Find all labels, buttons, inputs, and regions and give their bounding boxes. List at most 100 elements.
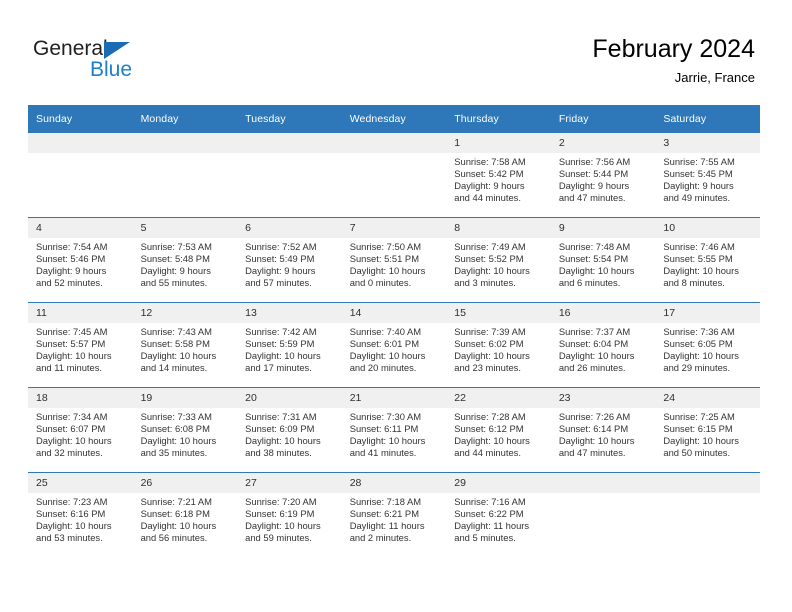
calendar-day-cell[interactable]: 8 Sunrise: 7:49 AM Sunset: 5:52 PM Daylight… xyxy=(446,217,551,303)
calendar-day-cell[interactable]: 6 Sunrise: 7:52 AM Sunset: 5:49 PM Daylight… xyxy=(237,217,342,303)
day-sun-details: Sunrise: 7:53 AM Sunset: 5:48 PM Daylight:… xyxy=(133,238,238,289)
calendar-day-cell[interactable]: 3 Sunrise: 7:55 AM Sunset: 5:45 PM Daylight… xyxy=(655,133,760,218)
calendar-day-cell[interactable]: 11 Sunrise: 7:45 AM Sunset: 5:57 PM Dayligh… xyxy=(28,302,133,388)
calendar-day-cell[interactable]: 15 Sunrise: 7:39 AM Sunset: 6:02 PM Dayligh… xyxy=(446,302,551,388)
day-sun-details: Sunrise: 7:43 AM Sunset: 5:58 PM Daylight:… xyxy=(133,323,238,374)
day-detail-line: Sunrise: 7:53 AM xyxy=(140,241,212,252)
day-number: 24 xyxy=(655,388,760,408)
day-detail-line: Daylight: 11 hours xyxy=(454,519,530,531)
calendar-day-cell[interactable]: 12 Sunrise: 7:43 AM Sunset: 5:58 PM Dayligh… xyxy=(132,302,238,388)
weekday-header-wednesday: Wednesday xyxy=(341,105,447,133)
day-detail-line: Daylight: 10 hours xyxy=(140,349,217,361)
day-detail-line: Daylight: 10 hours xyxy=(36,349,112,361)
calendar-day-cell[interactable]: 28 Sunrise: 7:18 AM Sunset: 6:21 PM Dayligh… xyxy=(341,472,447,557)
day-detail-line: Daylight: 10 hours xyxy=(558,349,635,361)
day-sun-details: Sunrise: 7:30 AM Sunset: 6:11 PM Daylight:… xyxy=(342,408,447,459)
calendar-day-cell[interactable]: 24 Sunrise: 7:25 AM Sunset: 6:15 PM Dayligh… xyxy=(655,387,760,473)
day-number: 11 xyxy=(28,303,133,323)
day-detail-line: and 49 minutes. xyxy=(663,191,731,203)
calendar-day-cell[interactable]: 29 Sunrise: 7:16 AM Sunset: 6:22 PM Dayligh… xyxy=(446,472,551,557)
day-detail-line: Sunrise: 7:36 AM xyxy=(663,326,735,337)
title-block: February 2024 Jarrie, France xyxy=(592,34,755,87)
day-detail-line: Sunset: 5:42 PM xyxy=(454,167,524,179)
day-detail-line: Sunrise: 7:42 AM xyxy=(245,326,317,337)
logo-triangle-icon xyxy=(104,42,130,59)
day-sun-details: Sunrise: 7:54 AM Sunset: 5:46 PM Daylight:… xyxy=(28,238,133,289)
day-sun-details: Sunrise: 7:42 AM Sunset: 5:59 PM Daylight:… xyxy=(237,323,342,374)
day-detail-line: Sunset: 5:55 PM xyxy=(663,252,733,264)
day-sun-details: Sunrise: 7:49 AM Sunset: 5:52 PM Daylight:… xyxy=(446,238,551,289)
day-detail-line: Sunset: 6:04 PM xyxy=(558,337,629,349)
day-detail-line: Sunset: 5:52 PM xyxy=(454,252,524,264)
day-detail-line: Sunset: 6:02 PM xyxy=(454,337,524,349)
calendar-day-cell[interactable]: 5 Sunrise: 7:53 AM Sunset: 5:48 PM Daylight… xyxy=(132,217,238,303)
day-detail-line: and 53 minutes. xyxy=(36,531,103,543)
calendar-day-cell[interactable]: 7 Sunrise: 7:50 AM Sunset: 5:51 PM Daylight… xyxy=(341,217,447,303)
day-detail-line: and 23 minutes. xyxy=(454,361,521,373)
day-number: 1 xyxy=(446,133,551,153)
calendar-day-cell[interactable]: 9 Sunrise: 7:48 AM Sunset: 5:54 PM Daylight… xyxy=(550,217,656,303)
calendar-day-cell[interactable]: 16 Sunrise: 7:37 AM Sunset: 6:04 PM Dayligh… xyxy=(550,302,656,388)
day-detail-line: Sunrise: 7:43 AM xyxy=(140,326,212,337)
day-detail-line: Daylight: 10 hours xyxy=(245,349,321,361)
calendar-day-cell[interactable]: 21 Sunrise: 7:30 AM Sunset: 6:11 PM Dayligh… xyxy=(341,387,447,473)
day-detail-line: Sunrise: 7:21 AM xyxy=(140,496,212,507)
day-detail-line: and 2 minutes. xyxy=(349,531,412,543)
calendar-day-cell[interactable]: 4 Sunrise: 7:54 AM Sunset: 5:46 PM Daylight… xyxy=(28,217,133,303)
calendar-day-cell[interactable]: 20 Sunrise: 7:31 AM Sunset: 6:09 PM Dayligh… xyxy=(237,387,342,473)
day-detail-line: Daylight: 10 hours xyxy=(663,264,739,276)
day-detail-line: Sunrise: 7:34 AM xyxy=(36,411,108,422)
calendar-week-row: 11 Sunrise: 7:45 AM Sunset: 5:57 PM Dayligh… xyxy=(28,302,760,388)
day-detail-line: Sunrise: 7:45 AM xyxy=(36,326,108,337)
day-detail-line: Daylight: 9 hours xyxy=(36,264,107,276)
day-detail-line: Daylight: 10 hours xyxy=(454,349,530,361)
day-number: 22 xyxy=(446,388,551,408)
day-number: 14 xyxy=(341,303,447,323)
calendar-day-cell[interactable]: 14 Sunrise: 7:40 AM Sunset: 6:01 PM Dayligh… xyxy=(341,302,447,388)
day-sun-details: Sunrise: 7:58 AM Sunset: 5:42 PM Daylight:… xyxy=(446,153,551,204)
weekday-header-row: Sunday Monday Tuesday Wednesday Thursday… xyxy=(28,105,760,133)
day-detail-line: Sunrise: 7:39 AM xyxy=(454,326,526,337)
day-detail-line: Sunrise: 7:55 AM xyxy=(663,156,735,167)
day-number: 23 xyxy=(550,388,656,408)
day-sun-details: Sunrise: 7:56 AM Sunset: 5:44 PM Daylight:… xyxy=(551,153,656,204)
day-number: 28 xyxy=(341,473,447,493)
day-detail-line: and 44 minutes. xyxy=(454,446,521,458)
day-detail-line: and 6 minutes. xyxy=(558,276,621,288)
calendar-day-cell[interactable]: 26 Sunrise: 7:21 AM Sunset: 6:18 PM Dayligh… xyxy=(132,472,238,557)
calendar-day-cell[interactable]: 13 Sunrise: 7:42 AM Sunset: 5:59 PM Dayligh… xyxy=(237,302,342,388)
calendar-day-cell[interactable]: 1 Sunrise: 7:58 AM Sunset: 5:42 PM Daylight… xyxy=(446,133,551,218)
day-detail-line: Sunrise: 7:16 AM xyxy=(454,496,526,507)
day-detail-line: Daylight: 9 hours xyxy=(245,264,316,276)
day-number: 4 xyxy=(28,218,133,238)
calendar-day-cell[interactable]: 10 Sunrise: 7:46 AM Sunset: 5:55 PM Dayligh… xyxy=(655,217,760,303)
day-detail-line: Sunrise: 7:26 AM xyxy=(558,411,631,422)
day-sun-details: Sunrise: 7:31 AM Sunset: 6:09 PM Daylight:… xyxy=(237,408,342,459)
day-number xyxy=(28,133,133,153)
calendar-day-cell[interactable]: 25 Sunrise: 7:23 AM Sunset: 6:16 PM Dayligh… xyxy=(28,472,133,557)
day-detail-line: and 55 minutes. xyxy=(140,276,208,288)
calendar-day-cell[interactable]: 17 Sunrise: 7:36 AM Sunset: 6:05 PM Dayligh… xyxy=(655,302,760,388)
day-sun-details: Sunrise: 7:25 AM Sunset: 6:15 PM Daylight:… xyxy=(655,408,760,459)
calendar-empty-cell xyxy=(28,133,133,218)
day-detail-line: and 35 minutes. xyxy=(140,446,208,458)
day-detail-line: Daylight: 10 hours xyxy=(245,434,321,446)
day-detail-line: Sunset: 5:46 PM xyxy=(36,252,106,264)
day-detail-line: Sunset: 6:15 PM xyxy=(663,422,733,434)
calendar-day-cell[interactable]: 22 Sunrise: 7:28 AM Sunset: 6:12 PM Dayligh… xyxy=(446,387,551,473)
day-sun-details: Sunrise: 7:16 AM Sunset: 6:22 PM Daylight:… xyxy=(446,493,551,544)
calendar-day-cell[interactable]: 18 Sunrise: 7:34 AM Sunset: 6:07 PM Dayligh… xyxy=(28,387,133,473)
day-sun-details: Sunrise: 7:50 AM Sunset: 5:51 PM Daylight:… xyxy=(342,238,447,289)
day-detail-line: Sunrise: 7:52 AM xyxy=(245,241,317,252)
calendar-day-cell[interactable]: 23 Sunrise: 7:26 AM Sunset: 6:14 PM Dayligh… xyxy=(550,387,656,473)
day-detail-line: Sunset: 6:08 PM xyxy=(140,422,210,434)
calendar-day-cell[interactable]: 2 Sunrise: 7:56 AM Sunset: 5:44 PM Daylight… xyxy=(550,133,656,218)
day-detail-line: Sunrise: 7:30 AM xyxy=(349,411,422,422)
calendar-empty-cell xyxy=(655,472,760,557)
day-number xyxy=(237,133,342,153)
calendar-day-cell[interactable]: 27 Sunrise: 7:20 AM Sunset: 6:19 PM Dayligh… xyxy=(237,472,342,557)
day-detail-line: and 20 minutes. xyxy=(349,361,417,373)
day-detail-line: Sunset: 5:58 PM xyxy=(140,337,210,349)
calendar-week-row: 25 Sunrise: 7:23 AM Sunset: 6:16 PM Dayligh… xyxy=(28,472,760,557)
calendar-day-cell[interactable]: 19 Sunrise: 7:33 AM Sunset: 6:08 PM Dayligh… xyxy=(132,387,238,473)
